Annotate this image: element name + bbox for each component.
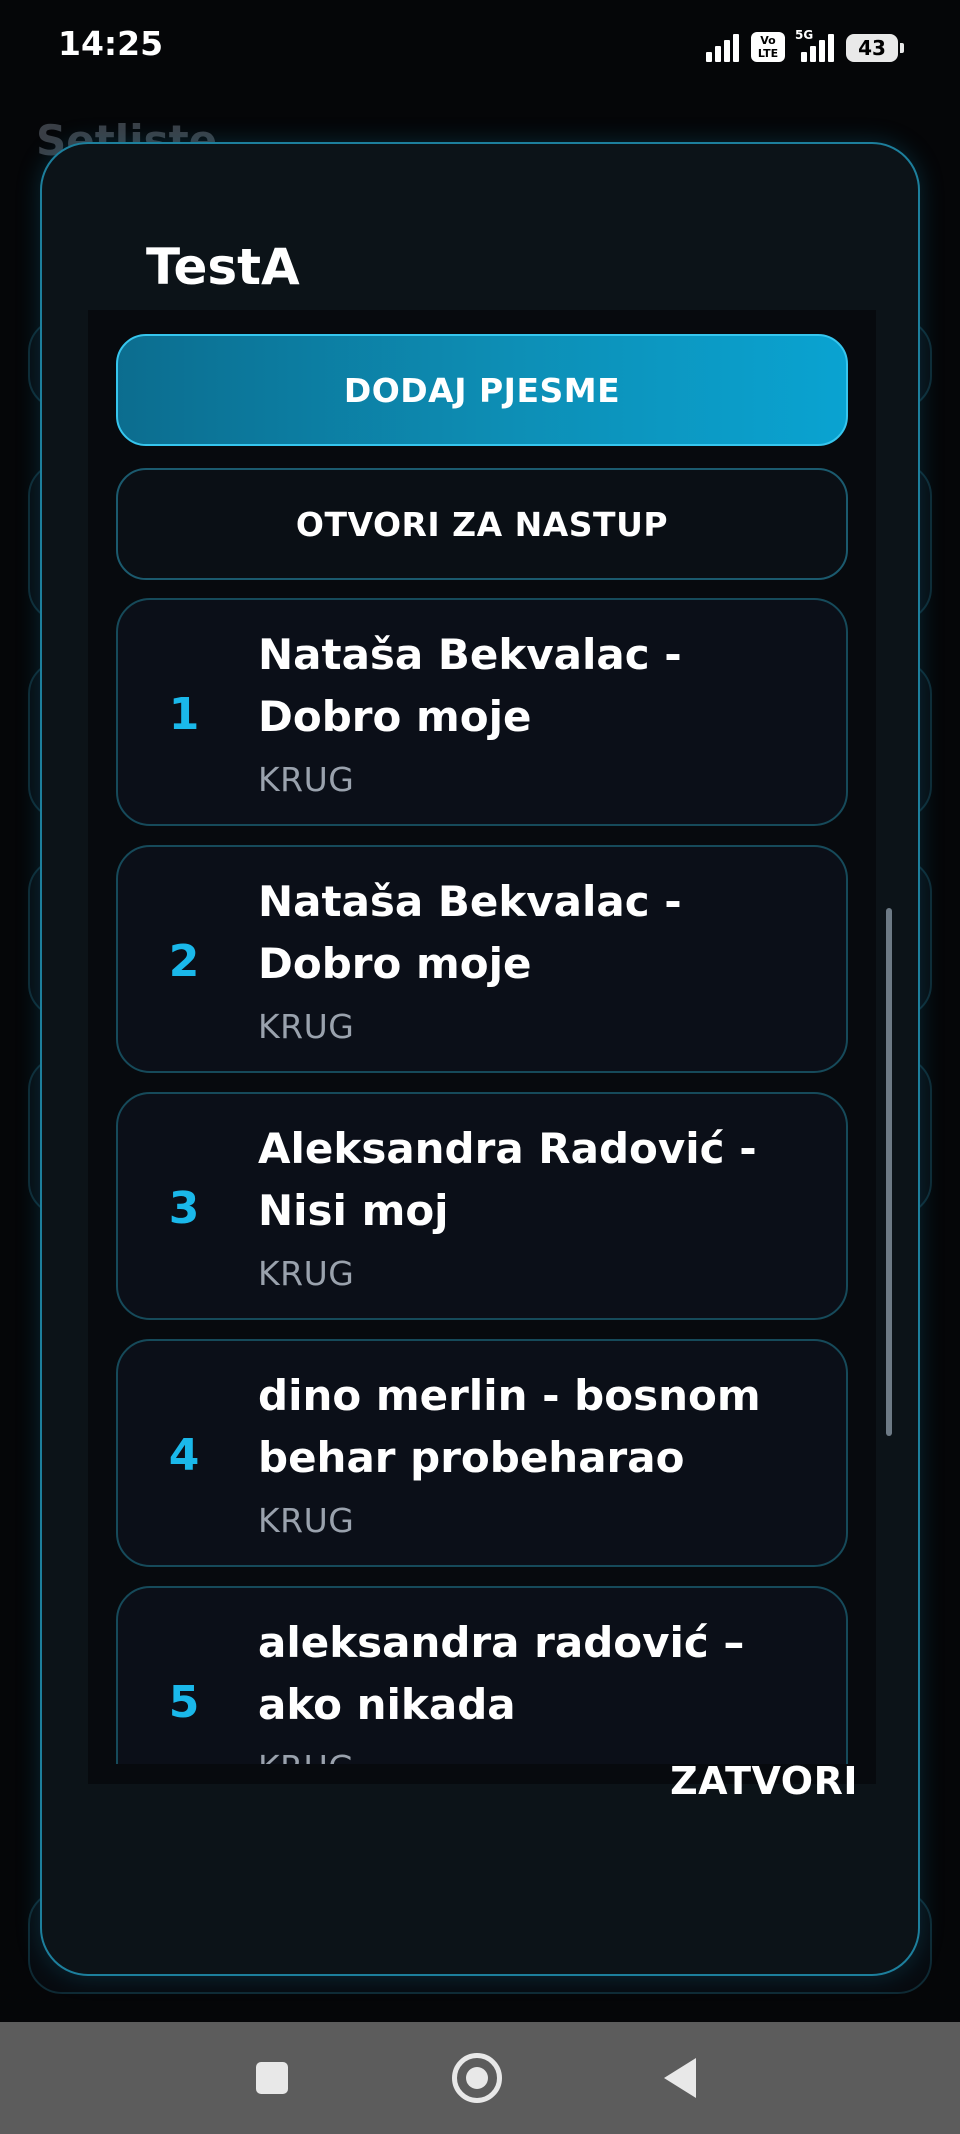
status-icons: Vo LTE 5G 43 [706, 26, 904, 62]
list-item[interactable]: 4 dino merlin - bosnom behar probeharao … [116, 1339, 848, 1567]
song-title: Nataša Bekvalac - Dobro moje [258, 630, 682, 741]
song-subtitle: KRUG [258, 760, 355, 799]
list-item[interactable]: 1 Nataša Bekvalac - Dobro moje KRUG [116, 598, 848, 826]
song-number: 2 [168, 935, 200, 987]
song-number: 3 [168, 1182, 200, 1234]
dialog-title: TestA [146, 238, 300, 296]
circle-icon[interactable] [452, 2053, 502, 2103]
song-title: Aleksandra Radović - Nisi moj [258, 1124, 757, 1235]
scrollbar[interactable] [886, 908, 892, 1436]
status-bar: 14:25 Vo LTE 5G 43 [0, 0, 960, 90]
triangle-back-icon[interactable] [664, 2058, 696, 2098]
list-item[interactable]: 5 aleksandra radović – ako nikada KRUG [116, 1586, 848, 1764]
5g-signal-icon: 5G [795, 28, 834, 62]
song-number: 1 [168, 688, 200, 740]
song-number: 4 [168, 1429, 200, 1481]
square-icon[interactable] [256, 2062, 288, 2094]
song-title: aleksandra radović – ako nikada [258, 1618, 745, 1729]
volte-icon: Vo LTE [751, 32, 785, 62]
song-number: 5 [168, 1676, 200, 1728]
song-title: dino merlin - bosnom behar probeharao [258, 1371, 761, 1482]
song-subtitle: KRUG [258, 1501, 355, 1540]
song-title: Nataša Bekvalac - Dobro moje [258, 877, 682, 988]
network-type-label: 5G [795, 28, 814, 42]
song-subtitle: KRUG [258, 1254, 355, 1293]
status-time: 14:25 [58, 24, 164, 63]
add-songs-button[interactable]: DODAJ PJESME [116, 334, 848, 446]
screen: Setliste 14:25 Vo LTE 5G 43 TestA DODAJ … [0, 0, 960, 2134]
list-item[interactable]: 3 Aleksandra Radović - Nisi moj KRUG [116, 1092, 848, 1320]
battery-icon: 43 [846, 34, 904, 62]
setlist-dialog: TestA DODAJ PJESME OTVORI ZA NASTUP 1 Na… [40, 142, 920, 1976]
dialog-content: DODAJ PJESME OTVORI ZA NASTUP 1 Nataša B… [88, 310, 892, 1784]
close-button[interactable]: ZATVORI [638, 1746, 858, 1816]
list-item[interactable]: 2 Nataša Bekvalac - Dobro moje KRUG [116, 845, 848, 1073]
open-for-performance-button[interactable]: OTVORI ZA NASTUP [116, 468, 848, 580]
navigation-bar [0, 2022, 960, 2134]
song-list[interactable]: 1 Nataša Bekvalac - Dobro moje KRUG 2 Na… [116, 598, 860, 1764]
song-subtitle: KRUG [258, 1748, 354, 1764]
signal-icon [706, 32, 739, 62]
song-subtitle: KRUG [258, 1007, 355, 1046]
